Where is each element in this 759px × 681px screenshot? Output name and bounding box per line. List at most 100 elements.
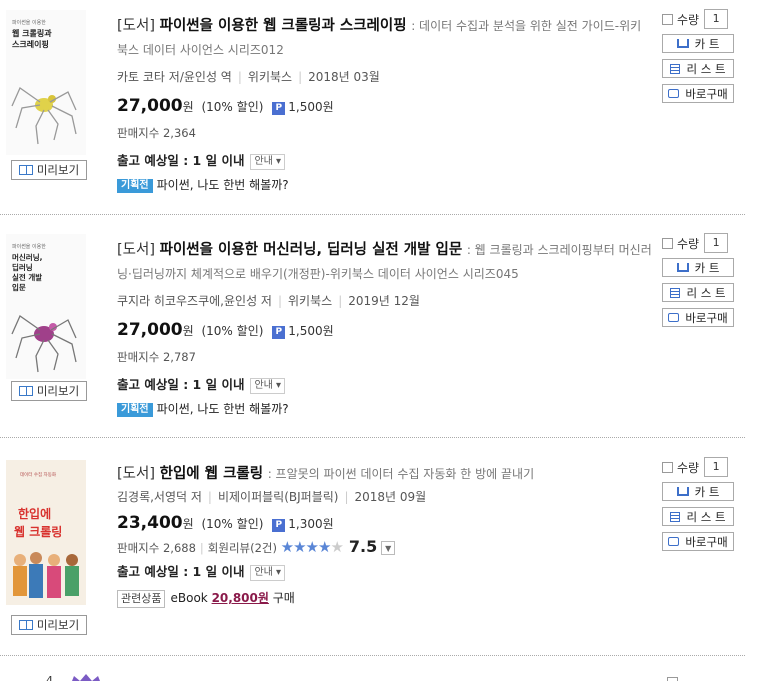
select-checkbox[interactable] bbox=[662, 461, 673, 473]
sales-index: 판매지수 2,787 bbox=[117, 350, 196, 364]
currency-unit: 원 bbox=[182, 517, 194, 531]
shipping-estimate: 출고 예상일 : 1 일 이내 bbox=[117, 153, 245, 168]
author-link[interactable]: 카토 코타 저/윤인성 역 bbox=[117, 70, 232, 84]
select-checkbox[interactable] bbox=[662, 13, 673, 25]
rating-dropdown-chevron-icon[interactable]: ▼ bbox=[381, 541, 396, 555]
shipping-guide-button[interactable]: 안내 ▾ bbox=[250, 565, 286, 581]
add-to-wishlist-button[interactable]: 리 스 트 bbox=[662, 507, 734, 526]
reward-points: 1,500원 bbox=[288, 100, 334, 114]
star-filled-icon: ★ bbox=[280, 538, 294, 556]
book-item: 2 파이썬을 이용한 머신러닝, 딥러닝 실전 개발 입문 미리보기 [도서] … bbox=[0, 224, 745, 434]
list-label: 리 스 트 bbox=[686, 509, 726, 524]
quantity-input[interactable]: 1 bbox=[704, 233, 729, 253]
svg-text:딥러닝: 딥러닝 bbox=[12, 262, 33, 272]
buy-label: 바로구매 bbox=[685, 86, 728, 101]
star-filled-icon: ★ bbox=[305, 538, 319, 556]
points-icon: P bbox=[272, 519, 286, 532]
svg-text:입문: 입문 bbox=[12, 282, 26, 292]
author-link[interactable]: 쿠지라 히코우즈쿠에,윤인성 저 bbox=[117, 294, 272, 308]
add-to-cart-button[interactable]: 카 트 bbox=[662, 34, 734, 53]
preview-button[interactable]: 미리보기 bbox=[11, 160, 87, 180]
cart-icon bbox=[676, 263, 689, 272]
book-info: [도서] 파이썬을 이용한 웹 크롤링과 스크레이핑 : 데이터 수집과 분석을… bbox=[117, 18, 642, 193]
preview-button[interactable]: 미리보기 bbox=[11, 615, 87, 635]
quantity-input[interactable]: 1 bbox=[704, 457, 729, 477]
cart-icon bbox=[676, 487, 689, 496]
promo-link[interactable]: 파이썬, 나도 한번 해볼까? bbox=[157, 178, 289, 192]
shipping-guide-button[interactable]: 안내 ▾ bbox=[250, 154, 286, 170]
ebook-buy-label: 구매 bbox=[272, 591, 295, 605]
preview-label: 미리보기 bbox=[36, 618, 80, 632]
review-count-link[interactable]: 회원리뷰(2건) bbox=[208, 541, 277, 555]
sale-price: 27,000 bbox=[117, 320, 183, 340]
svg-text:한입에: 한입에 bbox=[18, 506, 51, 521]
list-icon bbox=[670, 63, 681, 74]
cart-label: 카 트 bbox=[694, 260, 720, 275]
author-link[interactable]: 김경록,서영덕 저 bbox=[117, 490, 202, 504]
svg-text:파이썬을 이용한: 파이썬을 이용한 bbox=[12, 243, 46, 250]
quantity-label: 수량 bbox=[677, 236, 700, 251]
book-title-link[interactable]: 한입에 웹 크롤링 bbox=[160, 466, 263, 482]
cart-label: 카 트 bbox=[694, 36, 720, 51]
book-title-link[interactable]: 파이썬을 이용한 웹 크롤링과 스크레이핑 bbox=[160, 18, 407, 34]
buy-now-button[interactable]: 바로구매 bbox=[662, 308, 734, 327]
svg-text:데이터 수집 자동화: 데이터 수집 자동화 bbox=[20, 471, 56, 478]
buy-icon bbox=[668, 89, 680, 98]
buy-now-button[interactable]: 바로구매 bbox=[662, 532, 734, 551]
book-cover-image[interactable]: 파이썬을 이용한 웹 크롤링과 스크레이핑 bbox=[6, 10, 86, 155]
add-to-cart-button[interactable]: 카 트 bbox=[662, 482, 734, 501]
shipping-guide-button[interactable]: 안내 ▾ bbox=[250, 378, 286, 394]
sale-price: 27,000 bbox=[117, 96, 183, 116]
buy-label: 바로구매 bbox=[685, 534, 728, 549]
promo-badge: 기획전 bbox=[117, 403, 153, 417]
discount-rate: (10% 할인) bbox=[201, 324, 264, 338]
add-to-wishlist-button[interactable]: 리 스 트 bbox=[662, 59, 734, 78]
action-panel: 수량 1 카 트 리 스 트 바로구매 bbox=[662, 8, 736, 103]
points-icon: P bbox=[272, 102, 286, 115]
book-info: [도서] 한입에 웹 크롤링 : 프알못의 파이썬 데이터 수집 자동화 한 방… bbox=[117, 462, 652, 608]
list-label: 리 스 트 bbox=[686, 285, 726, 300]
quantity-label: 수량 bbox=[677, 12, 700, 27]
quantity-label: 수량 bbox=[677, 460, 700, 475]
publish-date: 2019년 12월 bbox=[348, 294, 420, 308]
buy-label: 바로구매 bbox=[685, 310, 728, 325]
ebook-price-link[interactable]: 20,800원 bbox=[212, 591, 269, 605]
category-label: [도서] bbox=[117, 18, 155, 34]
list-label: 리 스 트 bbox=[686, 61, 726, 76]
book-preview-icon bbox=[18, 386, 33, 396]
item-divider bbox=[0, 437, 745, 438]
select-checkbox[interactable] bbox=[662, 237, 673, 249]
rating-stars: ★★★★★ bbox=[280, 538, 344, 556]
buy-icon bbox=[668, 537, 680, 546]
add-to-cart-button[interactable]: 카 트 bbox=[662, 258, 734, 277]
book-cover-image[interactable]: 데이터 수집 자동화 한입에 웹 크롤링 bbox=[6, 460, 86, 605]
star-empty-icon: ★ bbox=[330, 538, 343, 556]
book-cover-image[interactable]: 파이썬을 이용한 머신러닝, 딥러닝 실전 개발 입문 bbox=[6, 234, 86, 379]
select-checkbox[interactable] bbox=[667, 677, 678, 681]
svg-text:웹 크롤링: 웹 크롤링 bbox=[14, 524, 62, 539]
buy-now-button[interactable]: 바로구매 bbox=[662, 84, 734, 103]
book-cover-image[interactable] bbox=[66, 672, 106, 681]
book-title-link[interactable]: 파이썬을 이용한 머신러닝, 딥러닝 실전 개발 입문 bbox=[160, 242, 463, 258]
preview-label: 미리보기 bbox=[36, 163, 80, 177]
reward-points: 1,300원 bbox=[288, 517, 334, 531]
guide-label: 안내 bbox=[254, 156, 273, 167]
publisher-link[interactable]: 비제이퍼블릭(BJ퍼블릭) bbox=[218, 490, 339, 504]
preview-label: 미리보기 bbox=[36, 384, 80, 398]
quantity-input[interactable]: 1 bbox=[704, 9, 729, 29]
promo-link[interactable]: 파이썬, 나도 한번 해볼까? bbox=[157, 402, 289, 416]
points-icon: P bbox=[272, 326, 286, 339]
category-label: [도서] bbox=[117, 466, 155, 482]
currency-unit: 원 bbox=[182, 324, 194, 338]
guide-label: 안내 bbox=[254, 567, 273, 578]
discount-rate: (10% 할인) bbox=[201, 517, 264, 531]
reward-points: 1,500원 bbox=[288, 324, 334, 338]
book-item: 4 bbox=[0, 664, 745, 681]
publisher-link[interactable]: 위키북스 bbox=[248, 70, 292, 84]
cart-label: 카 트 bbox=[694, 484, 720, 499]
book-info: [도서] 파이썬을 이용한 머신러닝, 딥러닝 실전 개발 입문 : 웹 크롤링… bbox=[117, 242, 652, 417]
preview-button[interactable]: 미리보기 bbox=[11, 381, 87, 401]
add-to-wishlist-button[interactable]: 리 스 트 bbox=[662, 283, 734, 302]
publisher-link[interactable]: 위키북스 bbox=[288, 294, 332, 308]
sales-index: 판매지수 2,688 bbox=[117, 541, 196, 555]
